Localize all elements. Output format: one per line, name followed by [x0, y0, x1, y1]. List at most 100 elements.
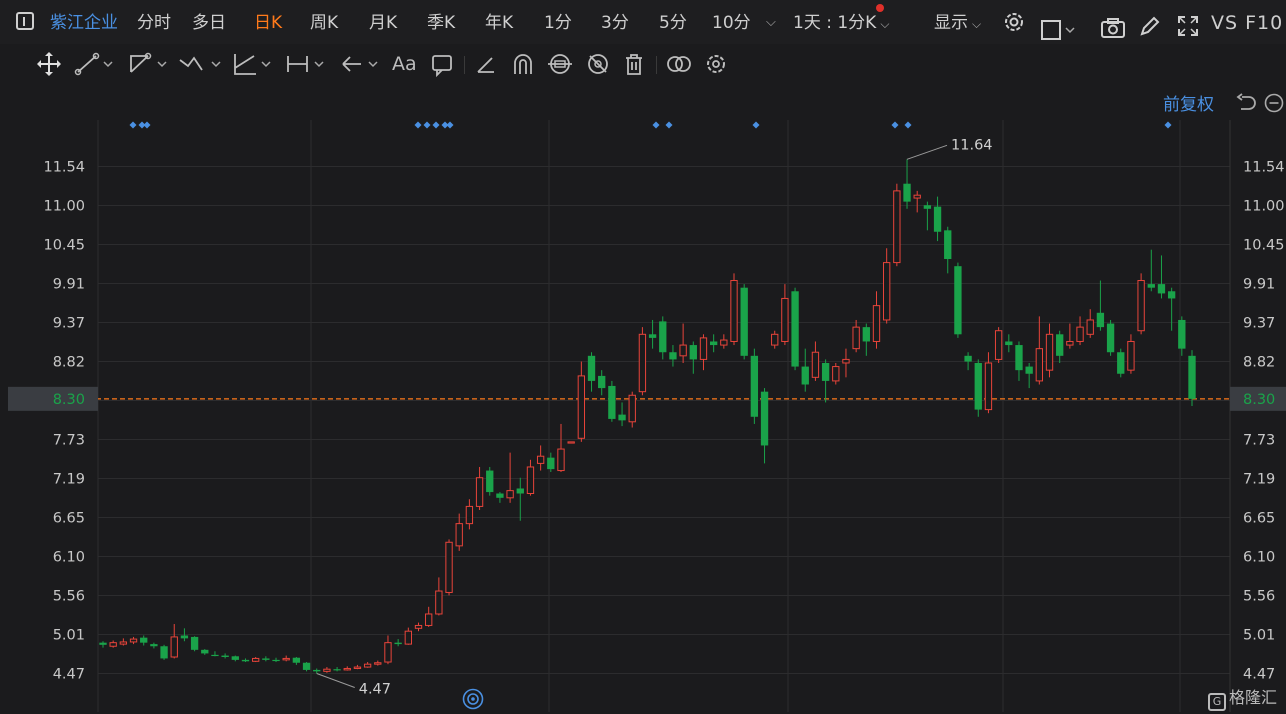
magnet-icon[interactable]: [510, 50, 536, 78]
tab-5min[interactable]: 5分: [659, 0, 687, 44]
plot-area: [98, 120, 1230, 712]
candle-body-down: [659, 321, 667, 353]
y-tick-label-left: 4.47: [53, 667, 85, 683]
candle-body-up: [628, 394, 636, 423]
display-menu[interactable]: 显示 ⌵: [934, 0, 981, 44]
candle-body-down: [1167, 291, 1176, 299]
tab-intraday[interactable]: 分时: [137, 0, 171, 44]
fullscreen-icon[interactable]: [1176, 10, 1200, 36]
candle-body-up: [363, 663, 372, 668]
arrow-tool-icon[interactable]: [339, 50, 381, 78]
channel-tool-icon[interactable]: [128, 50, 170, 78]
interval-selector[interactable]: 1天 : 1分K ⌵: [793, 0, 889, 44]
candle-body-down: [201, 649, 209, 654]
text-tool-icon[interactable]: Aa: [392, 50, 417, 78]
candle-body-up: [699, 337, 708, 360]
more-tabs-chevron-icon[interactable]: ⌵: [766, 0, 776, 44]
y-tick-label-right: 8.82: [1243, 355, 1275, 371]
candle-body-up: [404, 630, 412, 645]
watermark-g-icon: G: [1208, 693, 1226, 711]
y-tick-label-left: 6.65: [53, 511, 85, 527]
candle-body-down: [944, 230, 952, 260]
display-label: 显示: [934, 13, 968, 33]
candle-body-up: [577, 375, 586, 439]
tab-10min[interactable]: 10分: [712, 0, 751, 44]
tab-weekly-k[interactable]: 周K: [310, 0, 338, 44]
candle-body-down: [1157, 284, 1166, 294]
measure-tool-icon[interactable]: [285, 50, 327, 78]
high-annotation-label: 11.64: [951, 137, 993, 153]
candle-body-down: [608, 385, 616, 419]
candle-body-up: [1066, 340, 1074, 346]
camera-icon[interactable]: [1100, 11, 1126, 38]
comment-tool-icon[interactable]: [430, 50, 454, 78]
candle-body-down: [140, 637, 148, 643]
trash-icon[interactable]: [622, 50, 646, 78]
candle-body-down: [211, 654, 219, 657]
compare-circles-icon[interactable]: [665, 50, 693, 78]
fib-tool-icon[interactable]: [232, 50, 274, 78]
y-tick-label-right: 6.10: [1243, 550, 1275, 566]
candle-body-up: [1035, 348, 1044, 382]
notification-dot: [876, 4, 884, 12]
candle-body-up: [1076, 326, 1084, 342]
candle-body-down: [821, 362, 830, 381]
candle-body-down: [862, 327, 870, 342]
candle-body-up: [832, 366, 840, 382]
wave-tool-icon[interactable]: [178, 50, 224, 78]
vs-f10-button[interactable]: VS F10: [1211, 0, 1283, 44]
move-cross-icon[interactable]: [36, 50, 62, 78]
candle-body-down: [313, 669, 321, 672]
line-tool-icon[interactable]: [74, 50, 116, 78]
candle-body-down: [1015, 345, 1023, 371]
candle-body-down: [180, 635, 189, 639]
candle-body-up: [119, 641, 128, 645]
candle-body-down: [394, 642, 402, 645]
y-tick-label-right: 9.37: [1243, 316, 1275, 332]
candle-body-up: [170, 636, 178, 658]
undo-icon[interactable]: [1236, 93, 1258, 117]
candle-body-up: [1045, 333, 1054, 371]
tab-1min[interactable]: 1分: [544, 0, 572, 44]
y-tick-label-right: 10.45: [1243, 238, 1285, 254]
stock-name[interactable]: 紫江企业: [50, 0, 118, 44]
sidebar-toggle-icon[interactable]: [16, 12, 34, 30]
pencil-icon[interactable]: [1138, 10, 1162, 36]
candle-body-down: [496, 493, 504, 498]
candle-body-up: [282, 657, 290, 661]
low-annotation-label: 4.47: [359, 682, 391, 698]
y-tick-label-left: 9.37: [53, 316, 85, 332]
tab-quarterly-k[interactable]: 季K: [427, 0, 455, 44]
zoom-out-icon[interactable]: [1263, 92, 1285, 118]
hide-drawing-icon[interactable]: [584, 50, 612, 78]
tab-monthly-k[interactable]: 月K: [369, 0, 397, 44]
toolbar-settings-gear-icon[interactable]: [703, 50, 729, 78]
adjust-mode-label[interactable]: 前复权: [1163, 90, 1214, 115]
tab-daily-k[interactable]: 日K: [254, 0, 282, 44]
candle-body-up: [872, 305, 881, 342]
candlestick-chart[interactable]: 11.54 11.54 11.00 11.00 10.45 10.45 9.91 9.91 9.…: [0, 84, 1286, 712]
candle-body-up: [536, 455, 545, 464]
y-tick-label-right: 4.47: [1243, 667, 1275, 683]
candle-body-up: [842, 358, 850, 364]
candle-body-up: [251, 657, 260, 662]
tab-multiday[interactable]: 多日: [192, 0, 226, 44]
settings-gear-icon[interactable]: [1002, 10, 1026, 34]
candle-body-down: [1188, 355, 1196, 399]
candle-body-up: [465, 505, 474, 525]
interval-label: 1天 : 1分K: [793, 13, 877, 33]
candle-body-down: [231, 656, 239, 660]
tab-yearly-k[interactable]: 年K: [485, 0, 513, 44]
target-center-icon[interactable]: [462, 688, 484, 714]
candle-body-up: [1127, 340, 1135, 371]
candle-body-up: [730, 280, 738, 342]
lock-drawing-icon[interactable]: [546, 50, 574, 78]
eraser-line-icon[interactable]: [474, 50, 498, 78]
candle-body-down: [903, 183, 911, 202]
tab-3min[interactable]: 3分: [601, 0, 629, 44]
candle-body-up: [455, 523, 463, 547]
layout-square-icon[interactable]: [1041, 12, 1077, 40]
candle-body-up: [720, 339, 728, 346]
candle-body-up: [781, 297, 789, 342]
candle-body-up: [425, 613, 433, 626]
